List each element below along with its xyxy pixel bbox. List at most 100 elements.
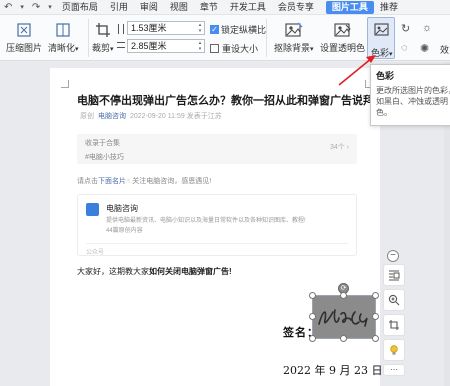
color-button[interactable]: 色彩▾ [367, 17, 395, 59]
menu-developer[interactable]: 开发工具 [224, 0, 272, 15]
tab-picture-tools[interactable]: 图片工具 [325, 0, 374, 14]
signature-image[interactable] [312, 295, 376, 339]
menu-review[interactable]: 审阅 [134, 0, 164, 15]
dropdown-icon[interactable]: ▾ [16, 0, 28, 15]
lock-aspect-ratio-checkbox[interactable]: ✓ 锁定纵横比 [210, 23, 266, 36]
redo-icon[interactable]: ↷ [28, 0, 44, 15]
divider [88, 19, 89, 57]
collection-label: 收录于合集 [85, 140, 120, 147]
height-field[interactable]: 1.53厘米 ▴ ▾ [127, 21, 205, 35]
clarify-icon [53, 21, 73, 39]
resize-handle-w[interactable] [309, 313, 316, 320]
more-icon: ⋯ [390, 365, 398, 374]
account-logo [86, 203, 99, 216]
color-tooltip: 色彩 更改所选图片的色彩，如黑白、冲蚀或透明色。 [370, 64, 450, 126]
menu-view[interactable]: 视图 [164, 0, 194, 15]
set-transparent-color-label: 设置透明色 [320, 43, 366, 53]
set-transparent-color-button[interactable]: 设置透明色 [320, 21, 365, 54]
intro-text: 大家好，这期教大家 [77, 267, 149, 276]
intro-paragraph: 大家好，这期教大家如何关闭电脑弹窗广告! [77, 266, 232, 277]
contrast-icon[interactable]: ✺ [420, 42, 429, 55]
menu-member[interactable]: 会员专享 [272, 0, 320, 15]
height-icon [118, 24, 124, 34]
resize-handle-e[interactable] [372, 313, 379, 320]
height-stepper[interactable]: ▴ ▾ [196, 22, 204, 34]
crop-icon [389, 320, 399, 330]
reset-size-button[interactable]: 重设大小 [210, 42, 258, 55]
crop-button[interactable]: 裁剪▾ [92, 21, 114, 54]
layout-options-button[interactable] [383, 264, 405, 286]
article-title: 电脑不停出现弹出广告怎么办？教你一招从此和弹窗广告说拜拜！ [77, 95, 396, 107]
follow-prompt-suffix: 关注电脑咨询，感恩遇见! [132, 178, 212, 185]
chevron-down-icon: ▾ [310, 46, 314, 53]
collection-box[interactable]: 收录于合集 #电脑小技巧 34个 › [77, 134, 357, 164]
tooltip-body: 更改所选图片的色彩，如黑白、冲蚀或透明色。 [376, 86, 450, 117]
resize-handle-nw[interactable] [309, 292, 316, 299]
collapse-toolbar-button[interactable]: − [387, 250, 399, 262]
rotate-icon[interactable]: ↻ [401, 22, 410, 35]
divider [266, 19, 267, 57]
width-field[interactable]: 2.85厘米 ▴ ▾ [127, 39, 205, 53]
crop-picture-button[interactable] [383, 314, 405, 336]
dropdown-icon[interactable]: ▾ [44, 0, 56, 15]
finger-icon: ☝ [126, 178, 131, 185]
account-description: 提供电脑最新资讯、电脑小知识以及海量日常软件以及各种知识图库、教程! [106, 218, 306, 224]
crop-icon [93, 21, 113, 39]
menu-section[interactable]: 章节 [194, 0, 224, 15]
effect-icon[interactable]: ◌ [401, 42, 408, 54]
account-card[interactable]: 电脑咨询 提供电脑最新资讯、电脑小知识以及海量日常软件以及各种知识图库、教程! … [77, 194, 357, 256]
more-options-button[interactable]: ⋯ [383, 364, 405, 376]
reset-size-icon [210, 44, 219, 53]
resize-handle-n[interactable] [340, 292, 347, 299]
meta-date: 2022-09-20 11:59 [130, 113, 185, 120]
width-value: 2.85厘米 [131, 41, 167, 51]
lock-aspect-ratio-label: 锁定纵横比 [221, 25, 267, 35]
meta-source-link[interactable]: 电脑咨询 [98, 113, 126, 120]
selection-frame [312, 295, 376, 339]
check-icon: ✓ [210, 25, 219, 34]
picture-tools-ribbon: 压缩图片 清晰化▾ 裁剪▾ 1.53厘米 ▴ ▾ 2.85厘米 ▴ ▾ ✓ 锁定纵横… [0, 15, 450, 61]
resize-handle-s[interactable] [340, 335, 347, 342]
width-icon [117, 42, 125, 48]
resize-handle-ne[interactable] [372, 292, 379, 299]
account-footer: 公众号 [86, 243, 348, 256]
set-transparent-color-icon [333, 21, 353, 39]
menu-bar: ↶ ▾ ↷ ▾ 页面布局 引用 审阅 视图 章节 开发工具 会员专享 图片工具 … [0, 0, 450, 15]
follow-prompt: 请点击下面名片☝ 关注电脑咨询，感恩遇见! [77, 176, 211, 186]
resize-handle-sw[interactable] [309, 335, 316, 342]
color-label: 色彩▾ [371, 48, 393, 58]
document-date: 2022 年 9 月 23 日 [283, 364, 383, 377]
picture-tips-button[interactable] [383, 339, 405, 361]
color-icon [374, 22, 390, 41]
intro-bold-text: 如何关闭电脑弹窗广告! [149, 267, 232, 276]
article-meta: 原创 电脑咨询 2022-09-20 11:59 发表于江苏 [80, 111, 222, 121]
lightbulb-icon [390, 345, 398, 355]
menu-page-layout[interactable]: 页面布局 [56, 0, 104, 15]
width-stepper[interactable]: ▴ ▾ [196, 40, 204, 52]
tab-recommend[interactable]: 推荐 [374, 0, 404, 15]
brightness-icon[interactable]: ☼ [422, 22, 432, 34]
menu-references[interactable]: 引用 [104, 0, 134, 15]
chevron-down-icon: ▾ [110, 46, 114, 53]
effect-button[interactable]: 效 [440, 43, 449, 56]
undo-icon[interactable]: ↶ [0, 0, 16, 15]
account-name: 电脑咨询 [106, 204, 138, 213]
collection-tag[interactable]: #电脑小技巧 [85, 152, 349, 162]
reset-size-label: 重设大小 [222, 44, 259, 54]
tooltip-title: 色彩 [376, 71, 395, 81]
clarify-label: 清晰化▾ [48, 43, 79, 53]
text-wrap-icon [389, 270, 400, 281]
compress-icon [14, 21, 34, 39]
crop-label: 裁剪▾ [92, 43, 114, 53]
follow-prompt-link[interactable]: 下面名片 [98, 178, 126, 185]
remove-background-button[interactable]: 抠除背景▾ [274, 21, 314, 54]
follow-prompt-prefix: 请点击 [77, 178, 98, 185]
zoom-picture-button[interactable] [383, 289, 405, 311]
compress-picture-button[interactable]: 压缩图片 [6, 21, 42, 54]
remove-background-label: 抠除背景▾ [274, 43, 314, 53]
collection-count: 34个 › [329, 144, 349, 151]
resize-handle-se[interactable] [372, 335, 379, 342]
clarify-button[interactable]: 清晰化▾ [48, 21, 79, 54]
chevron-down-icon: ▾ [389, 51, 393, 58]
compress-picture-label: 压缩图片 [6, 43, 43, 53]
